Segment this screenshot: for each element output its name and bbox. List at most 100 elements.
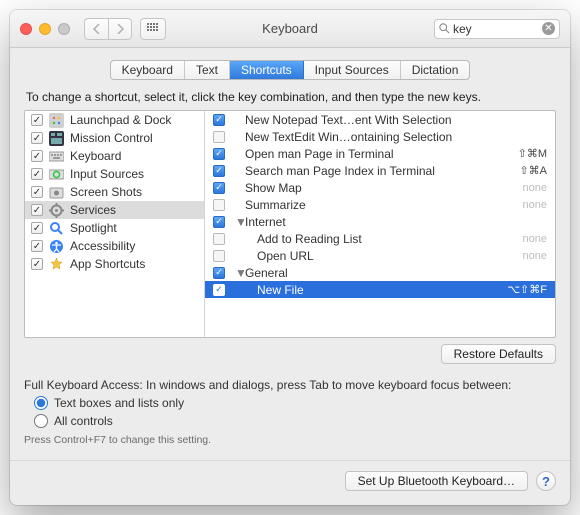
shortcut-label: Show Map xyxy=(245,181,523,195)
preferences-window: Keyboard ✕ KeyboardTextShortcutsInput So… xyxy=(10,10,570,505)
category-checkbox[interactable] xyxy=(31,186,43,198)
shortcut-item[interactable]: Summarizenone xyxy=(205,196,555,213)
shortcut-keys[interactable]: none xyxy=(523,233,547,245)
shortcut-label: Summarize xyxy=(245,198,523,212)
nav-back-forward xyxy=(84,18,132,40)
window-controls xyxy=(20,23,70,35)
category-label: App Shortcuts xyxy=(70,257,145,271)
show-all-button[interactable] xyxy=(140,18,166,40)
back-button[interactable] xyxy=(84,18,108,40)
category-label: Mission Control xyxy=(70,131,153,145)
tab-dictation[interactable]: Dictation xyxy=(401,61,470,79)
shortcut-item[interactable]: Show Mapnone xyxy=(205,179,555,196)
search-input[interactable] xyxy=(450,22,542,36)
shortcut-checkbox[interactable] xyxy=(213,148,225,160)
grid-icon xyxy=(147,23,159,35)
tab-input-sources[interactable]: Input Sources xyxy=(304,61,401,79)
shortcut-checkbox[interactable] xyxy=(213,233,225,245)
shortcut-keys[interactable]: ⇧⌘A xyxy=(519,164,547,177)
shortcut-keys[interactable]: ⌥⇧⌘F xyxy=(507,283,547,296)
category-checkbox[interactable] xyxy=(31,114,43,126)
shortcut-checkbox[interactable] xyxy=(213,131,225,143)
shortcut-keys[interactable]: none xyxy=(523,250,547,262)
shortcut-group[interactable]: ▼General xyxy=(205,264,555,281)
tab-keyboard[interactable]: Keyboard xyxy=(111,61,185,79)
search-field-container: ✕ xyxy=(434,19,560,39)
mission-icon xyxy=(49,131,64,146)
close-button[interactable] xyxy=(20,23,32,35)
footer: Set Up Bluetooth Keyboard… ? xyxy=(10,460,570,505)
category-checkbox[interactable] xyxy=(31,168,43,180)
full-keyboard-access: Full Keyboard Access: In windows and dia… xyxy=(24,378,556,446)
category-services[interactable]: Services xyxy=(25,201,204,219)
category-accessibility[interactable]: Accessibility xyxy=(25,237,204,255)
shortcut-item[interactable]: New File⌥⇧⌘F xyxy=(205,281,555,298)
shortcut-checkbox[interactable] xyxy=(213,250,225,262)
category-screen-shots[interactable]: Screen Shots xyxy=(25,183,204,201)
category-checkbox[interactable] xyxy=(31,222,43,234)
chevron-left-icon xyxy=(93,24,101,34)
minimize-button[interactable] xyxy=(39,23,51,35)
shortcut-item[interactable]: New TextEdit Win…ontaining Selection xyxy=(205,128,555,145)
search-icon xyxy=(439,23,450,34)
category-launchpad-dock[interactable]: Launchpad & Dock xyxy=(25,111,204,129)
shortcut-list[interactable]: New Notepad Text…ent With Selection New T… xyxy=(205,111,555,337)
shortcut-item[interactable]: Search man Page Index in Terminal⇧⌘A xyxy=(205,162,555,179)
category-mission-control[interactable]: Mission Control xyxy=(25,129,204,147)
shortcut-item[interactable]: Open man Page in Terminal⇧⌘M xyxy=(205,145,555,162)
category-label: Services xyxy=(70,203,116,217)
chevron-right-icon xyxy=(116,24,124,34)
shortcut-item[interactable]: New Notepad Text…ent With Selection xyxy=(205,111,555,128)
disclosure-triangle-icon: ▼ xyxy=(235,215,243,229)
shortcut-label: Search man Page Index in Terminal xyxy=(245,164,519,178)
zoom-button[interactable] xyxy=(58,23,70,35)
shortcut-group[interactable]: ▼Internet xyxy=(205,213,555,230)
a11y-icon xyxy=(49,239,64,254)
fka-option-textboxes[interactable]: Text boxes and lists only xyxy=(34,396,556,410)
shortcut-checkbox[interactable] xyxy=(213,216,225,228)
shortcut-keys[interactable]: none xyxy=(523,182,547,194)
category-checkbox[interactable] xyxy=(31,132,43,144)
titlebar: Keyboard ✕ xyxy=(10,10,570,48)
category-list[interactable]: Launchpad & Dock Mission Control Keyboard I… xyxy=(25,111,205,337)
help-button[interactable]: ? xyxy=(536,471,556,491)
category-label: Accessibility xyxy=(70,239,135,253)
restore-defaults-button[interactable]: Restore Defaults xyxy=(441,344,556,364)
input-icon xyxy=(49,167,64,182)
category-label: Launchpad & Dock xyxy=(70,113,171,127)
category-input-sources[interactable]: Input Sources xyxy=(25,165,204,183)
setup-bluetooth-button[interactable]: Set Up Bluetooth Keyboard… xyxy=(345,471,528,491)
fka-option-all[interactable]: All controls xyxy=(34,414,556,428)
shortcut-checkbox[interactable] xyxy=(213,114,225,126)
disclosure-triangle-icon: ▼ xyxy=(235,266,243,280)
screenshot-icon xyxy=(49,185,64,200)
services-icon xyxy=(49,203,64,218)
fka-hint: Press Control+F7 to change this setting. xyxy=(24,434,556,446)
category-checkbox[interactable] xyxy=(31,204,43,216)
shortcut-keys[interactable]: none xyxy=(523,199,547,211)
category-label: Screen Shots xyxy=(70,185,142,199)
shortcut-item[interactable]: Open URLnone xyxy=(205,247,555,264)
shortcut-label: New Notepad Text…ent With Selection xyxy=(245,113,547,127)
tab-shortcuts[interactable]: Shortcuts xyxy=(230,61,304,79)
category-label: Input Sources xyxy=(70,167,144,181)
category-keyboard[interactable]: Keyboard xyxy=(25,147,204,165)
keyboard-icon xyxy=(49,149,64,164)
shortcut-keys[interactable]: ⇧⌘M xyxy=(518,147,547,160)
shortcut-checkbox[interactable] xyxy=(213,182,225,194)
shortcut-label: New TextEdit Win…ontaining Selection xyxy=(245,130,547,144)
clear-search-button[interactable]: ✕ xyxy=(542,22,555,35)
category-checkbox[interactable] xyxy=(31,240,43,252)
category-spotlight[interactable]: Spotlight xyxy=(25,219,204,237)
shortcut-checkbox[interactable] xyxy=(213,165,225,177)
content-area: To change a shortcut, select it, click t… xyxy=(10,86,570,460)
shortcut-checkbox[interactable] xyxy=(213,284,225,296)
tab-text[interactable]: Text xyxy=(185,61,230,79)
shortcut-checkbox[interactable] xyxy=(213,199,225,211)
category-checkbox[interactable] xyxy=(31,150,43,162)
shortcut-checkbox[interactable] xyxy=(213,267,225,279)
shortcut-item[interactable]: Add to Reading Listnone xyxy=(205,230,555,247)
forward-button[interactable] xyxy=(108,18,132,40)
category-app-shortcuts[interactable]: App Shortcuts xyxy=(25,255,204,273)
category-checkbox[interactable] xyxy=(31,258,43,270)
